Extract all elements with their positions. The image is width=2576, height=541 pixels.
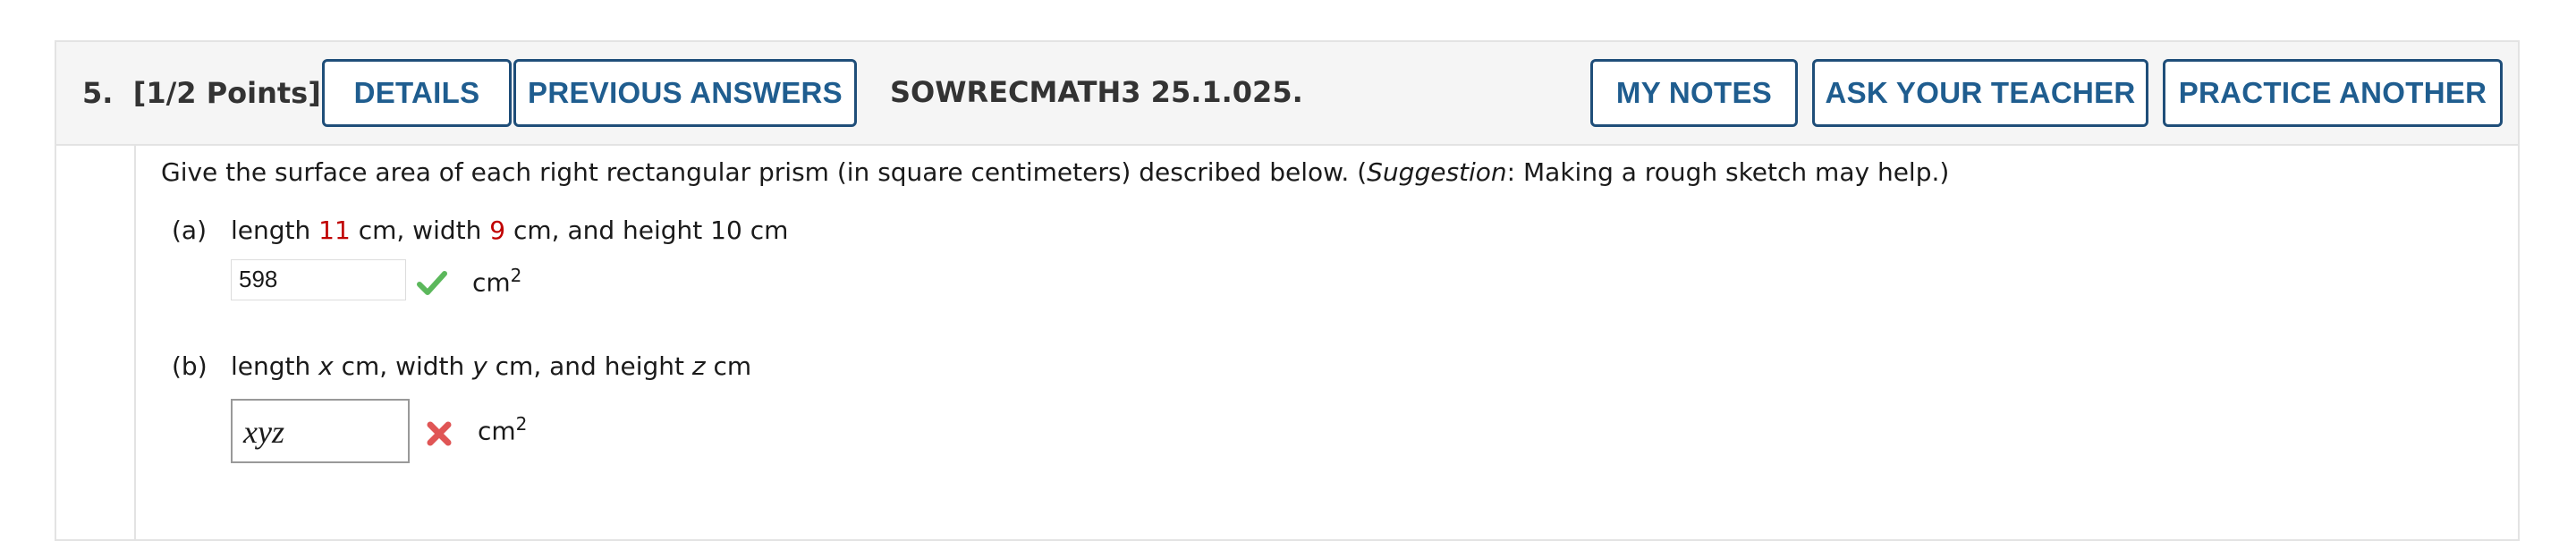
ask-teacher-button[interactable]: ASK YOUR TEACHER — [1812, 59, 2148, 127]
part-b-answer-input[interactable]: xyz — [231, 399, 410, 463]
instruction-main: Give the surface area of each right rect… — [161, 157, 1368, 187]
suggestion-word: Suggestion — [1367, 157, 1507, 187]
check-icon — [417, 271, 447, 295]
part-a-t2: cm, width — [350, 216, 490, 245]
part-a-answer-input[interactable]: 598 — [231, 259, 406, 300]
part-b-var-z: z — [691, 351, 706, 381]
part-b-t2: cm, width — [333, 351, 473, 381]
part-a-t3: cm, and height 10 cm — [505, 216, 789, 245]
part-a-text: length 11 cm, width 9 cm, and height 10 … — [231, 216, 788, 245]
question-code: SOWRECMATH3 25.1.025. — [890, 75, 1303, 109]
part-b-var-x: x — [318, 351, 334, 381]
part-a-unit-exp: 2 — [510, 265, 522, 286]
part-b-t4: cm — [705, 351, 752, 381]
question-points: [1/2 Points] — [132, 76, 321, 110]
part-b-unit-exp: 2 — [515, 413, 528, 435]
question-number: 5. — [82, 76, 114, 110]
part-a-unit-base: cm — [472, 267, 511, 298]
part-b-t3: cm, and height — [487, 351, 692, 381]
part-a-t1: length — [231, 216, 319, 245]
part-b-label: (b) — [172, 351, 208, 381]
part-b-text: length x cm, width y cm, and height z cm — [231, 351, 751, 381]
question-body — [134, 146, 2520, 539]
part-b-t1: length — [231, 351, 319, 381]
part-b-var-y: y — [472, 351, 487, 381]
instruction-rest: : Making a rough sketch may help.) — [1506, 157, 1950, 187]
part-a-label: (a) — [172, 216, 208, 245]
previous-answers-button[interactable]: PREVIOUS ANSWERS — [513, 59, 857, 127]
part-a-width: 9 — [489, 216, 506, 245]
details-button[interactable]: DETAILS — [322, 59, 512, 127]
cross-icon — [427, 421, 452, 446]
instruction-text: Give the surface area of each right rect… — [161, 157, 1949, 187]
part-b-unit-base: cm — [478, 416, 516, 446]
my-notes-button[interactable]: MY NOTES — [1590, 59, 1798, 127]
question-number-points: 5. [1/2 Points] — [82, 76, 321, 110]
part-b-unit: cm2 — [478, 413, 527, 445]
practice-another-button[interactable]: PRACTICE ANOTHER — [2163, 59, 2503, 127]
part-a-unit: cm2 — [472, 265, 521, 297]
part-a-length: 11 — [318, 216, 351, 245]
